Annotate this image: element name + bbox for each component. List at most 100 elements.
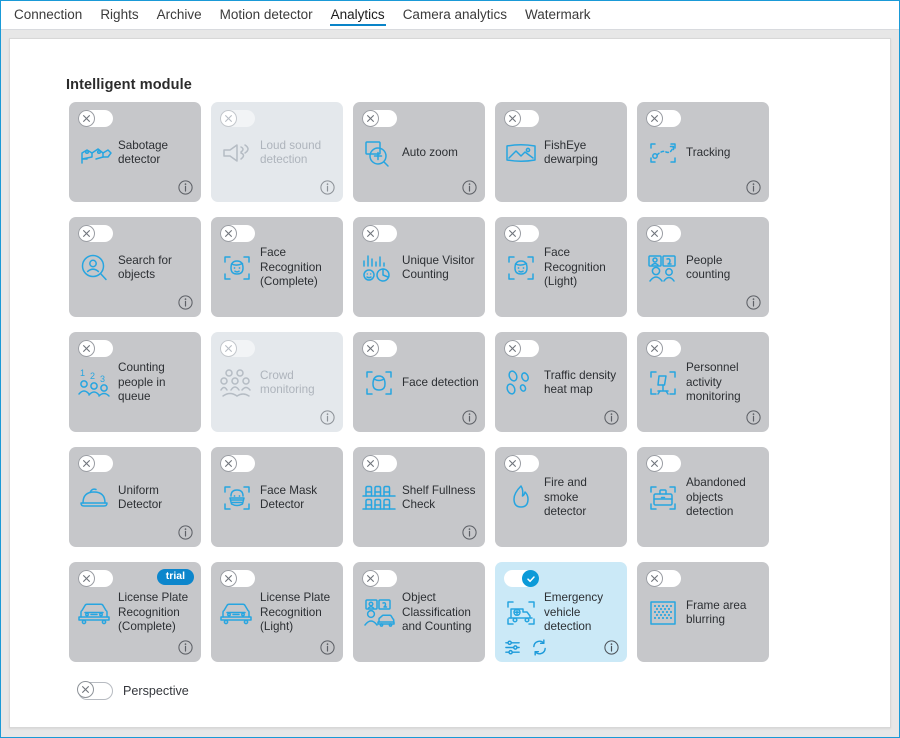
info-icon[interactable] [604, 640, 619, 655]
module-card[interactable]: Search for objects [69, 217, 201, 317]
tab-watermark[interactable]: Watermark [516, 1, 600, 29]
module-label: Object Classification and Counting [402, 591, 472, 634]
info-icon[interactable] [604, 410, 619, 425]
module-toggle[interactable] [504, 340, 539, 357]
tab-camera-analytics[interactable]: Camera analytics [394, 1, 516, 29]
module-card[interactable]: Fire and smoke detector [495, 447, 627, 547]
info-icon[interactable] [462, 410, 477, 425]
module-toggle[interactable] [504, 570, 539, 587]
tab-motion-detector[interactable]: Motion detector [211, 1, 322, 29]
info-icon[interactable] [320, 410, 335, 425]
toggle-x-icon [78, 455, 95, 472]
analytics-panel: Intelligent module Sabotage detector Loud… [9, 38, 891, 728]
module-toggle[interactable] [646, 225, 681, 242]
module-card[interactable]: People counting [637, 217, 769, 317]
tab-rights[interactable]: Rights [91, 1, 147, 29]
module-toggle[interactable] [78, 340, 113, 357]
module-toggle[interactable] [78, 225, 113, 242]
info-icon[interactable] [746, 410, 761, 425]
loud-sound-icon [219, 135, 255, 171]
intelligent-module-grid: Sabotage detector Loud sound detection Aut… [69, 102, 781, 662]
module-card[interactable]: License Plate Recognition (Light) [211, 562, 343, 662]
module-toggle[interactable] [362, 340, 397, 357]
tab-analytics[interactable]: Analytics [322, 1, 394, 29]
module-card[interactable]: Sabotage detector [69, 102, 201, 202]
module-toggle[interactable] [362, 455, 397, 472]
module-toggle[interactable] [220, 455, 255, 472]
module-body: Crowd monitoring [219, 361, 337, 405]
module-card[interactable]: Face Mask Detector [211, 447, 343, 547]
refresh-icon[interactable] [531, 639, 548, 656]
info-icon[interactable] [746, 180, 761, 195]
module-toggle[interactable] [220, 570, 255, 587]
tab-archive[interactable]: Archive [148, 1, 211, 29]
module-body: Shelf Fullness Check [361, 476, 479, 520]
module-toggle[interactable] [220, 225, 255, 242]
module-toggle[interactable] [78, 455, 113, 472]
license-plate-icon [219, 595, 255, 631]
module-card[interactable]: Emergency vehicle detection [495, 562, 627, 662]
info-icon[interactable] [178, 180, 193, 195]
toggle-x-icon [362, 340, 379, 357]
module-body: People counting [645, 246, 763, 290]
module-label: Traffic density heat map [544, 368, 617, 397]
fisheye-icon [503, 135, 539, 171]
module-toggle[interactable] [646, 570, 681, 587]
module-card[interactable]: Face Recognition (Light) [495, 217, 627, 317]
module-toggle[interactable] [646, 110, 681, 127]
module-toggle[interactable] [220, 110, 255, 127]
info-icon[interactable] [320, 180, 335, 195]
module-body: 1 2 3 Counting people in queue [77, 361, 195, 405]
module-card[interactable]: Uniform Detector [69, 447, 201, 547]
module-card[interactable]: FishEye dewarping [495, 102, 627, 202]
module-toggle[interactable] [78, 570, 113, 587]
info-icon[interactable] [178, 525, 193, 540]
tab-connection[interactable]: Connection [5, 1, 91, 29]
module-card[interactable]: Frame area blurring [637, 562, 769, 662]
info-icon[interactable] [462, 180, 477, 195]
module-card[interactable]: Loud sound detection [211, 102, 343, 202]
module-toggle[interactable] [362, 570, 397, 587]
module-toggle[interactable] [220, 340, 255, 357]
info-icon[interactable] [178, 295, 193, 310]
module-card[interactable]: Object Classification and Counting [353, 562, 485, 662]
module-toggle[interactable] [78, 110, 113, 127]
info-icon[interactable] [320, 640, 335, 655]
module-body: Abandoned objects detection [645, 476, 763, 520]
module-toggle[interactable] [504, 225, 539, 242]
settings-sliders-icon[interactable] [504, 639, 521, 656]
module-card[interactable]: Face detection [353, 332, 485, 432]
module-card[interactable]: Shelf Fullness Check [353, 447, 485, 547]
perspective-row[interactable]: Perspective [76, 680, 189, 700]
info-icon[interactable] [746, 295, 761, 310]
module-card[interactable]: Tracking [637, 102, 769, 202]
module-card[interactable]: Abandoned objects detection [637, 447, 769, 547]
perspective-toggle[interactable] [76, 680, 113, 700]
frame-blur-icon [645, 595, 681, 631]
module-toggle[interactable] [646, 340, 681, 357]
module-card[interactable]: trial License Plate Recognition (Complete… [69, 562, 201, 662]
module-card[interactable]: Auto zoom [353, 102, 485, 202]
module-body: Loud sound detection [219, 131, 337, 175]
module-card[interactable]: Crowd monitoring [211, 332, 343, 432]
tracking-icon [645, 135, 681, 171]
module-card[interactable]: Personnel activity monitoring [637, 332, 769, 432]
info-icon[interactable] [178, 640, 193, 655]
module-toggle[interactable] [646, 455, 681, 472]
module-card[interactable]: Face Recognition (Complete) [211, 217, 343, 317]
module-toggle[interactable] [362, 225, 397, 242]
module-body: Traffic density heat map [503, 361, 621, 405]
info-icon[interactable] [462, 525, 477, 540]
content-background: Intelligent module Sabotage detector Loud… [1, 30, 899, 737]
module-toggle[interactable] [362, 110, 397, 127]
abandoned-object-icon [645, 480, 681, 516]
module-toggle[interactable] [504, 455, 539, 472]
module-card[interactable]: Traffic density heat map [495, 332, 627, 432]
face-recognition-icon [219, 250, 255, 286]
camera-settings-window: Connection Rights Archive Motion detector An… [0, 0, 900, 738]
module-card[interactable]: 1 2 3 Counting people in queue [69, 332, 201, 432]
module-card[interactable]: Unique Visitor Counting [353, 217, 485, 317]
svg-text:1: 1 [80, 368, 85, 378]
toggle-x-icon [362, 455, 379, 472]
module-toggle[interactable] [504, 110, 539, 127]
